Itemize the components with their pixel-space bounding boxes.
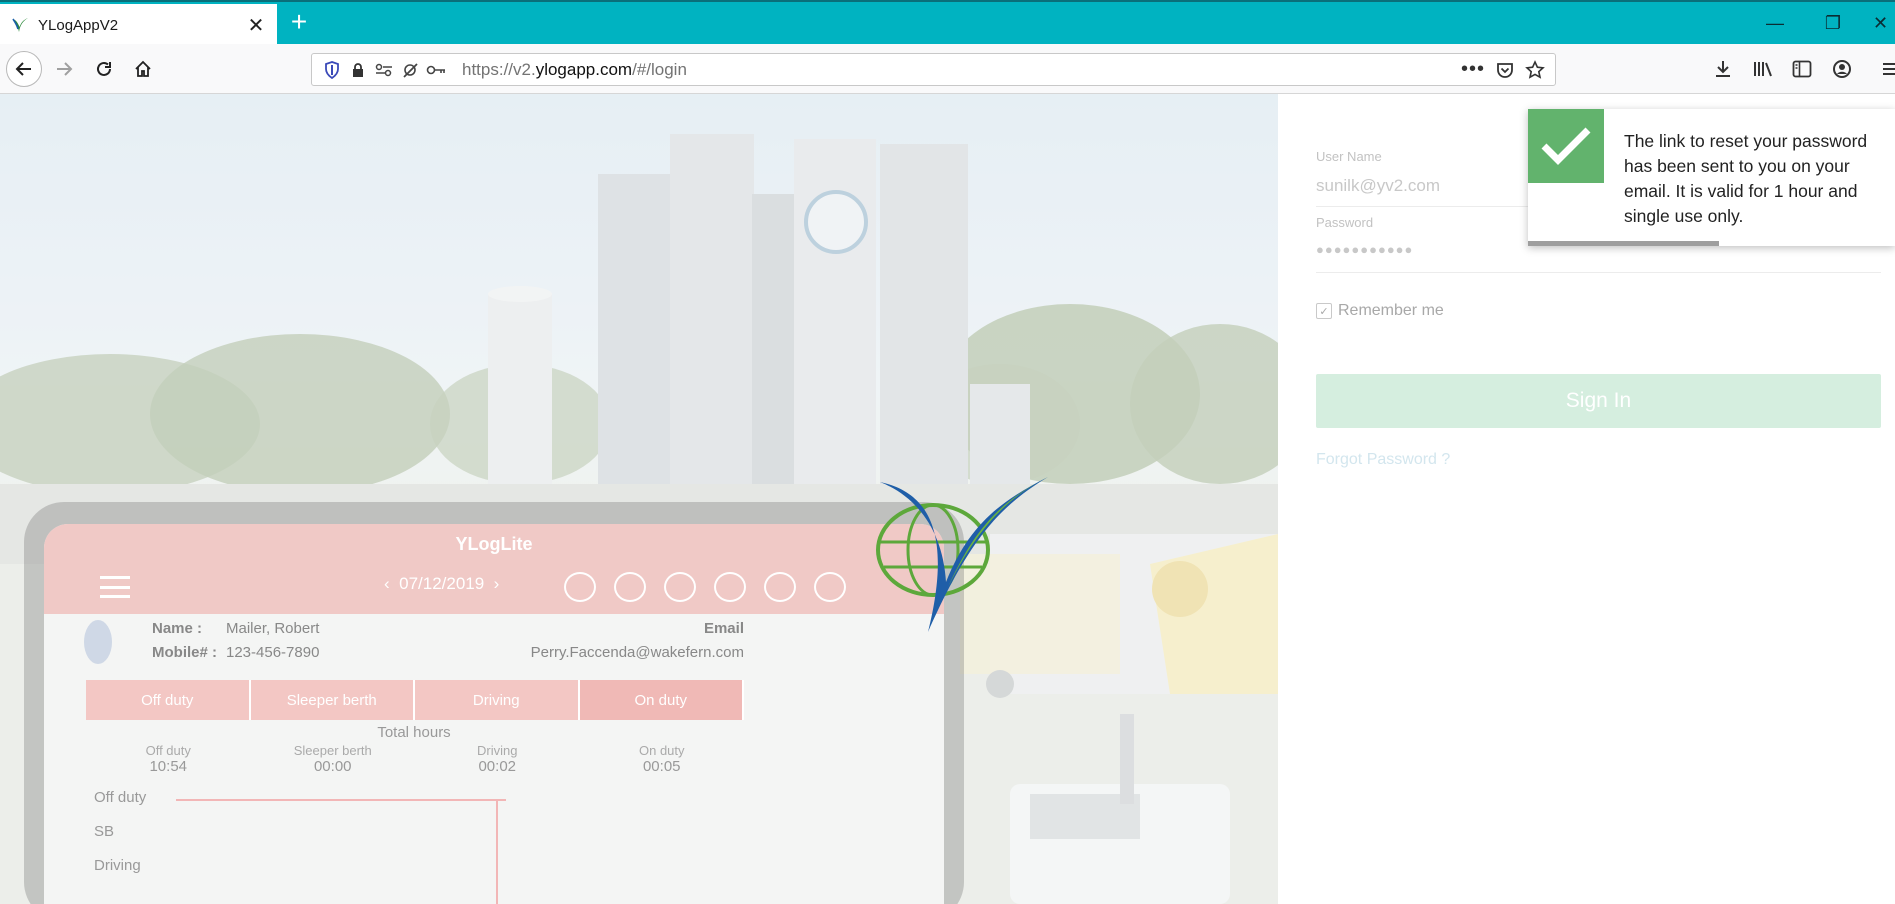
bookmark-star-icon[interactable] [1525,59,1545,80]
browser-tabbar: YLogAppV2 ✕ + — ❐ ✕ [0,0,1895,46]
duty-status-graph: Off duty SB Driving [86,789,902,904]
page-actions-icon[interactable]: ••• [1461,58,1485,81]
url-domain: ylogapp.com [535,59,633,79]
address-bar[interactable]: https://v2.ylogapp.com/#/login ••• [311,53,1556,86]
hours-col: On duty 00:05 [580,743,745,775]
forward-arrow-icon [57,62,73,76]
remember-me-checkbox[interactable]: ✓ Remember me [1316,302,1444,320]
forgot-password-link[interactable]: Forgot Password ? [1316,451,1450,469]
status-tab: On duty [579,680,744,720]
back-arrow-icon [15,62,31,76]
library-icon[interactable] [1750,56,1776,82]
menu-icon[interactable] [1880,56,1895,82]
permissions-icon[interactable] [372,58,396,82]
phone-mockup-screen: YLogLite ‹ 07/12/2019 › Name : Mailer, R… [44,524,944,904]
graph-line [496,799,498,904]
downloads-icon[interactable] [1710,56,1736,82]
url-prefix: https://v2. [462,59,536,79]
home-icon [135,60,151,77]
status-tab: Sleeper berth [250,680,415,720]
phone-app-title: YLogLite [455,534,533,554]
toast-progress-bar [1528,241,1719,246]
new-tab-button[interactable]: + [286,8,312,36]
back-button[interactable] [6,51,42,87]
browser-navbar: https://v2.ylogapp.com/#/login ••• [0,44,1895,94]
password-underline [1316,272,1881,273]
phone-date-value: 07/12/2019 [399,574,485,593]
username-label: User Name [1316,149,1382,164]
graph-label: Driving [94,857,141,874]
key-icon[interactable] [424,58,448,82]
email-label: Email [703,620,744,637]
tab-title: YLogAppV2 [38,16,119,34]
hours-value: 00:00 [313,758,352,775]
mobile-value: 123-456-7890 [226,644,320,661]
hours-label: On duty [638,743,685,758]
refresh-icon [764,572,796,602]
remember-me-label: Remember me [1338,302,1444,319]
graph-line [176,799,506,801]
hero-background-image: YLogLite ‹ 07/12/2019 › Name : Mailer, R… [0,94,1278,904]
graph-label: SB [94,823,115,840]
password-input[interactable]: ●●●●●●●●●●● [1316,242,1413,257]
page-content: YLogLite ‹ 07/12/2019 › Name : Mailer, R… [0,94,1895,904]
hours-label: Sleeper berth [293,743,372,758]
success-toast[interactable]: The link to reset your password has been… [1528,109,1895,246]
list-icon [814,572,846,602]
ylog-logo-icon [876,477,1048,632]
blocked-autoplay-icon[interactable] [398,58,422,82]
tracking-shield-icon[interactable] [320,58,344,82]
url-text[interactable]: https://v2.ylogapp.com/#/login [462,60,1461,80]
reload-icon [97,61,111,76]
tab-close-icon[interactable]: ✕ [245,13,267,38]
browser-tab[interactable]: YLogAppV2 ✕ [0,4,277,46]
status-tab: Off duty [86,680,251,720]
name-label: Name : [152,620,203,637]
hours-value: 10:54 [149,758,188,775]
sign-in-button[interactable]: Sign In [1316,374,1881,428]
status-tab: Driving [415,680,580,720]
calendar-icon [614,572,646,602]
tools-icon [664,572,696,602]
phone-driver-info: Name : Mailer, Robert Mobile# : 123-456-… [44,614,944,676]
username-input[interactable]: sunilk@yv2.com [1316,176,1440,196]
pocket-icon[interactable] [1495,60,1515,80]
name-value: Mailer, Robert [226,620,320,637]
hours-label: Driving [477,743,518,758]
driver-avatar-icon [84,620,112,664]
phone-toolbar-icons [564,572,846,602]
sidebar-icon[interactable] [1789,56,1815,82]
minimize-button[interactable]: — [1755,8,1795,38]
reload-button[interactable] [88,53,120,85]
home-button[interactable] [127,53,159,85]
lock-icon[interactable] [346,58,370,82]
password-label: Password [1316,215,1374,230]
hours-label: Off duty [145,743,191,758]
success-check-icon [1528,109,1604,183]
clock-check-icon [714,572,746,602]
mobile-label: Mobile# : [152,644,218,661]
award-icon [564,572,596,602]
checkbox-check-icon[interactable]: ✓ [1316,303,1332,319]
email-value: Perry.Faccenda@wakefern.com [530,644,744,661]
account-icon[interactable] [1829,56,1855,82]
hours-summary: Off duty 10:54 Sleeper berth 00:00 Driving… [86,743,744,775]
ylog-favicon-icon [12,18,28,32]
phone-app-header: YLogLite ‹ 07/12/2019 › [44,524,944,614]
hours-value: 00:02 [478,758,517,775]
forward-button[interactable] [48,53,80,85]
url-path: /#/login [632,59,687,79]
close-window-button[interactable]: ✕ [1866,8,1895,38]
toast-message: The link to reset your password has been… [1624,131,1868,226]
restore-button[interactable]: ❐ [1813,8,1853,38]
hours-col: Off duty 10:54 [86,743,251,775]
phone-hamburger-icon [100,576,130,598]
phone-status-tabs: Off duty Sleeper berth Driving On duty [86,680,744,720]
graph-label: Off duty [94,789,147,806]
phone-date: ‹ 07/12/2019 › [384,574,500,593]
total-hours-label: Total hours [377,724,451,741]
hours-col: Driving 00:02 [415,743,580,775]
hours-col: Sleeper berth 00:00 [251,743,416,775]
hours-value: 00:05 [642,758,681,775]
